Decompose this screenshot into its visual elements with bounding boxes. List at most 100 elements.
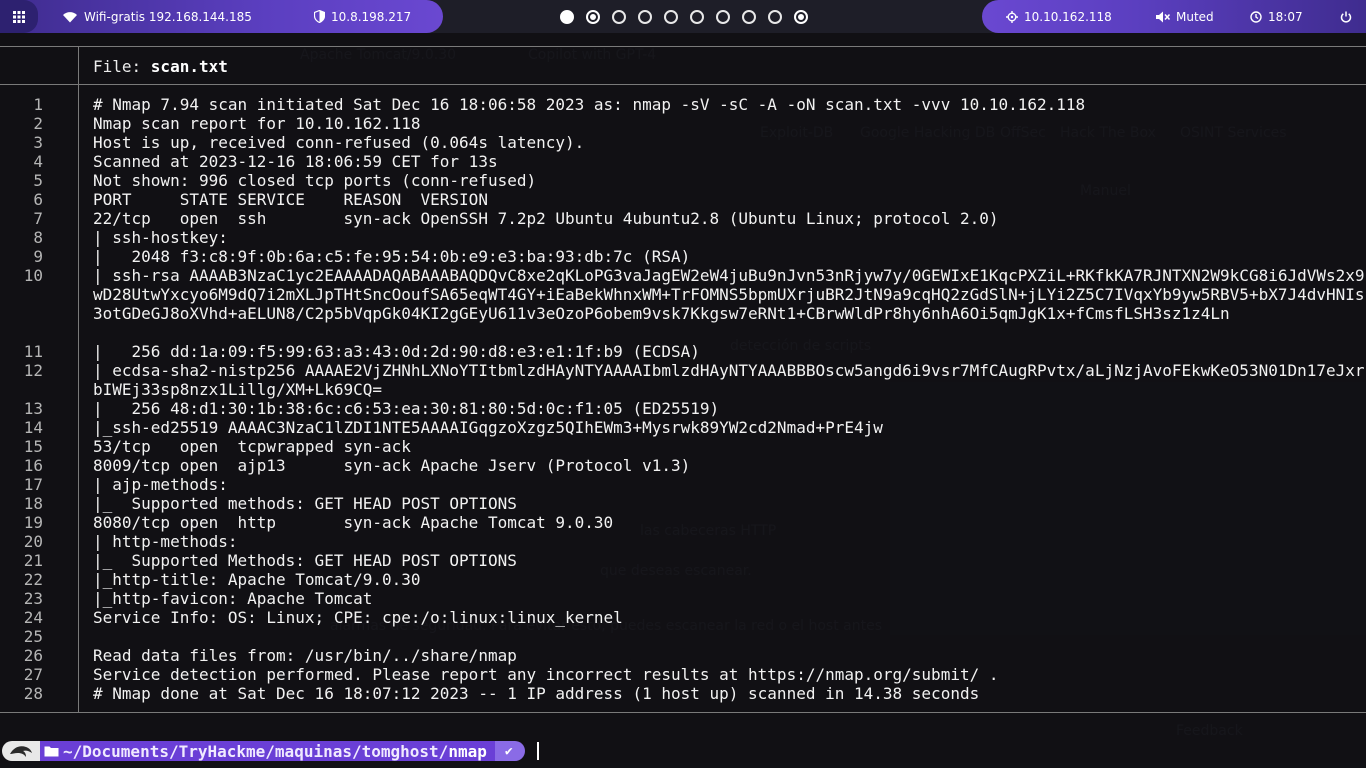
directory-segment: ~/Documents/TryHackme/maquinas/tomghost/… [40,741,495,761]
code-line: 26 Read data files from: /usr/bin/../shar… [0,646,1366,665]
code-line: 5 Not shown: 996 closed tcp ports (conn-r… [0,171,1366,190]
target-ip-label: 10.10.162.118 [1024,9,1112,24]
shield-icon [314,10,325,23]
code-line: 21 |_ Supported Methods: GET HEAD POST OP… [0,551,1366,570]
code-line: 6 PORT STATE SERVICE REASON VERSION [0,190,1366,209]
line-number: 25 [23,627,43,646]
menu-icon [13,10,25,23]
success-check-icon: ✔ [504,743,513,759]
line-text: | ajp-methods: [93,475,228,494]
line-text: |_ssh-ed25519 AAAAC3NzaC1lZDI1NTE5AAAAIG… [93,418,883,437]
line-number: 2 [33,114,43,133]
line-text: | http-methods: [93,532,238,551]
line-number: 15 [23,437,43,456]
line-number: 5 [33,171,43,190]
wifi-label: Wifi-gratis 192.168.144.185 [84,9,252,24]
line-number: 24 [23,608,43,627]
workspace-7[interactable] [716,9,730,24]
line-text: PORT STATE SERVICE REASON VERSION [93,190,488,209]
line-number: 21 [23,551,43,570]
line-number: 27 [23,665,43,684]
terminal-window[interactable]: File: scan.txt 1 # Nmap 7.94 scan initiat… [0,33,1366,768]
line-number: 20 [23,532,43,551]
folder-icon [44,746,59,757]
code-line: 1 # Nmap 7.94 scan initiated Sat Dec 16 1… [0,95,1366,114]
code-line: 7 22/tcp open ssh syn-ack OpenSSH 7.2p2 U… [0,209,1366,228]
workspace-8[interactable] [742,9,756,24]
workspace-4[interactable] [638,9,652,24]
line-number: 8 [33,228,43,247]
line-number: 22 [23,570,43,589]
workspace-6[interactable] [690,9,704,24]
code-line: 2 Nmap scan report for 10.10.162.118 [0,114,1366,133]
line-number: 26 [23,646,43,665]
kali-dragon-icon [10,746,32,757]
app-menu-button[interactable] [0,0,38,33]
line-number: 10 [23,266,43,285]
code-line: 17 | ajp-methods: [0,475,1366,494]
code-line: 3 Host is up, received conn-refused (0.06… [0,133,1366,152]
target-icon [1006,10,1018,23]
workspace-1[interactable] [560,9,574,24]
file-header-label: File: [93,57,151,76]
power-button[interactable] [1340,0,1352,33]
line-number: 18 [23,494,43,513]
text-cursor [536,742,539,760]
line-number: 28 [23,684,43,703]
code-line: 22 |_http-title: Apache Tomcat/9.0.30 [0,570,1366,589]
line-text: | ssh-hostkey: [93,228,228,247]
workspace-5[interactable] [664,9,678,24]
clock-icon [1250,10,1262,23]
code-line: 20 | http-methods: [0,532,1366,551]
os-segment [2,741,40,761]
workspace-10[interactable] [794,9,808,24]
workspace-3[interactable] [612,9,626,24]
wifi-indicator[interactable]: Wifi-gratis 192.168.144.185 [62,0,252,33]
code-line: 19 8080/tcp open http syn-ack Apache Tomc… [0,513,1366,532]
line-text: Service Info: OS: Linux; CPE: cpe:/o:lin… [93,608,623,627]
code-line: 9 | 2048 f3:c8:9f:0b:6a:c5:fe:95:54:0b:e9… [0,247,1366,266]
line-text: 53/tcp open tcpwrapped syn-ack [93,437,411,456]
line-text: |_ Supported methods: GET HEAD POST OPTI… [93,494,517,513]
line-text: |_ Supported Methods: GET HEAD POST OPTI… [93,551,517,570]
audio-indicator[interactable]: Muted [1156,0,1214,33]
clock-indicator[interactable]: 18:07 [1250,0,1303,33]
code-line: 4 Scanned at 2023-12-16 18:06:59 CET for … [0,152,1366,171]
code-line: 27 Service detection performed. Please re… [0,665,1366,684]
status-bar: Wifi-gratis 192.168.144.185 10.8.198.217… [0,0,1366,33]
target-indicator[interactable]: 10.10.162.118 [1006,0,1112,33]
code-line: 18 |_ Supported methods: GET HEAD POST OP… [0,494,1366,513]
line-number: 1 [33,95,43,114]
workspace-2[interactable] [586,9,600,24]
line-text: |_http-favicon: Apache Tomcat [93,589,373,608]
code-line: 8 | ssh-hostkey: [0,228,1366,247]
line-text: |_http-title: Apache Tomcat/9.0.30 [93,570,421,589]
line-text: | 256 dd:1a:09:f5:99:63:a3:43:0d:2d:90:d… [93,342,700,361]
line-number: 23 [23,589,43,608]
line-text: # Nmap done at Sat Dec 16 18:07:12 2023 … [93,684,980,703]
clock-label: 18:07 [1268,9,1303,24]
workspace-9[interactable] [768,9,782,24]
shell-prompt[interactable]: ~/Documents/TryHackme/maquinas/tomghost/… [2,741,539,761]
line-text: # Nmap 7.94 scan initiated Sat Dec 16 18… [93,95,1086,114]
code-line: 24 Service Info: OS: Linux; CPE: cpe:/o:l… [0,608,1366,627]
line-text: Not shown: 996 closed tcp ports (conn-re… [93,171,537,190]
line-number: 13 [23,399,43,418]
line-text: 8080/tcp open http syn-ack Apache Tomcat… [93,513,614,532]
line-number: 11 [23,342,43,361]
line-text: Host is up, received conn-refused (0.064… [93,133,585,152]
vpn-indicator[interactable]: 10.8.198.217 [314,0,411,33]
code-line: 28 # Nmap done at Sat Dec 16 18:07:12 202… [0,684,1366,703]
line-number: 4 [33,152,43,171]
power-icon [1340,11,1352,23]
line-text: Service detection performed. Please repo… [93,665,999,684]
line-text: Scanned at 2023-12-16 18:06:59 CET for 1… [93,152,498,171]
code-line: 13 | 256 48:d1:30:1b:38:6c:c6:53:ea:30:81… [0,399,1366,418]
line-number: 14 [23,418,43,437]
status-segment: ✔ [494,741,525,761]
viewer-frame-top [0,46,1366,47]
file-header: File: scan.txt [93,57,228,76]
line-text: Nmap scan report for 10.10.162.118 [93,114,421,133]
line-text: | 2048 f3:c8:9f:0b:6a:c5:fe:95:54:0b:e9:… [93,247,691,266]
line-number: 16 [23,456,43,475]
